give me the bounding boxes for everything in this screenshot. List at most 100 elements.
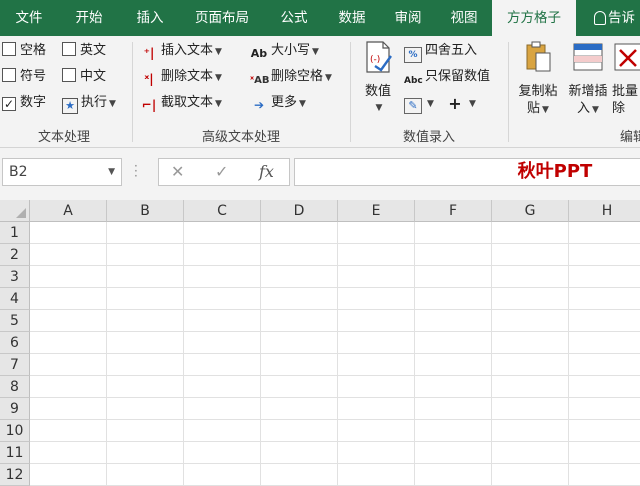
cell[interactable] [107,376,184,398]
cell[interactable] [415,464,492,486]
cell[interactable] [569,376,640,398]
row-header[interactable]: 6 [0,332,30,354]
cell[interactable] [30,310,107,332]
column-header[interactable]: B [107,200,184,222]
cell[interactable] [107,354,184,376]
column-header[interactable]: D [261,200,338,222]
cell[interactable] [107,420,184,442]
row-header[interactable]: 11 [0,442,30,464]
cell[interactable] [261,442,338,464]
cell[interactable] [415,288,492,310]
cell[interactable] [261,310,338,332]
cell[interactable] [569,354,640,376]
cell[interactable] [569,288,640,310]
cell[interactable] [415,266,492,288]
plus-button[interactable]: + ▼ [446,92,476,114]
check-space[interactable]: 空格 [2,40,46,62]
cell[interactable] [107,222,184,244]
cell[interactable] [492,266,569,288]
insert-function-icon[interactable]: fx [259,159,274,185]
check-symbol[interactable]: 符号 [2,66,46,88]
cell[interactable] [492,332,569,354]
cell[interactable] [184,464,261,486]
cell[interactable] [107,266,184,288]
cell[interactable] [184,420,261,442]
cell[interactable] [415,420,492,442]
cell[interactable] [261,376,338,398]
cell[interactable] [184,266,261,288]
cell[interactable] [415,354,492,376]
cell[interactable] [492,354,569,376]
row-header[interactable]: 8 [0,376,30,398]
checkbox-icon[interactable] [2,68,16,82]
cell[interactable] [492,288,569,310]
cell[interactable] [492,376,569,398]
cell[interactable] [492,420,569,442]
more-button[interactable]: ➔ 更多 ▼ [250,92,306,114]
tab-file[interactable]: 文件 [0,0,58,36]
cell[interactable] [184,244,261,266]
cell[interactable] [107,332,184,354]
cell[interactable] [261,222,338,244]
tab-insert[interactable]: 插入 [120,0,180,36]
cell[interactable] [184,222,261,244]
checkbox-icon[interactable] [62,68,76,82]
cell[interactable] [415,398,492,420]
column-header[interactable]: E [338,200,415,222]
keep-values-button[interactable]: Abc 只保留数值 [404,66,490,88]
row-header[interactable]: 1 [0,222,30,244]
execute-button[interactable]: ★ 执行 ▼ [62,92,116,114]
cell[interactable] [338,244,415,266]
insert-text-button[interactable]: ⁺| 插入文本 ▼ [140,40,222,62]
cell[interactable] [569,244,640,266]
cell[interactable] [338,464,415,486]
cell[interactable] [184,332,261,354]
cell[interactable] [338,376,415,398]
cell[interactable] [30,354,107,376]
cell[interactable] [415,310,492,332]
cell[interactable] [107,244,184,266]
cell[interactable] [107,288,184,310]
cell[interactable] [338,420,415,442]
cancel-icon[interactable]: ✕ [171,159,184,185]
delete-text-button[interactable]: ˣ| 删除文本 ▼ [140,66,222,88]
round-button[interactable]: % 四舍五入 [404,40,477,63]
edit-tools-button[interactable]: ✎ ▼ [404,92,434,114]
cell[interactable] [415,332,492,354]
formula-input[interactable]: 秋叶PPT [294,158,640,186]
tab-data[interactable]: 数据 [324,0,380,36]
cell[interactable] [30,266,107,288]
cell[interactable] [30,244,107,266]
row-header[interactable]: 9 [0,398,30,420]
cell[interactable] [569,442,640,464]
cell[interactable] [338,442,415,464]
cell[interactable] [107,310,184,332]
cell[interactable] [569,464,640,486]
cell[interactable] [569,420,640,442]
cell[interactable] [261,398,338,420]
cell[interactable] [261,420,338,442]
cell[interactable] [107,442,184,464]
resize-grip-icon[interactable]: · · · [134,160,138,182]
checkbox-icon[interactable] [2,42,16,56]
confirm-icon[interactable]: ✓ [215,159,228,185]
cell[interactable] [30,222,107,244]
cell[interactable] [492,310,569,332]
cell[interactable] [492,398,569,420]
cell[interactable] [184,398,261,420]
cell[interactable] [30,398,107,420]
column-header[interactable]: H [569,200,640,222]
check-number[interactable]: ✓ 数字 [2,92,46,114]
case-button[interactable]: Ab 大小写 ▼ [250,40,319,62]
checkbox-icon[interactable] [62,42,76,56]
cell[interactable] [30,332,107,354]
cell[interactable] [338,288,415,310]
row-header[interactable]: 3 [0,266,30,288]
cell[interactable] [492,222,569,244]
tab-fangfang[interactable]: 方方格子 [492,0,576,36]
column-header[interactable]: A [30,200,107,222]
select-all-corner[interactable] [0,200,30,222]
cell[interactable] [30,442,107,464]
numeric-button[interactable]: (-) 数值 ▼ [356,40,400,117]
spreadsheet-grid[interactable]: A B C D E F G H 1 2 3 4 5 6 7 8 9 10 11 12 [0,200,640,486]
